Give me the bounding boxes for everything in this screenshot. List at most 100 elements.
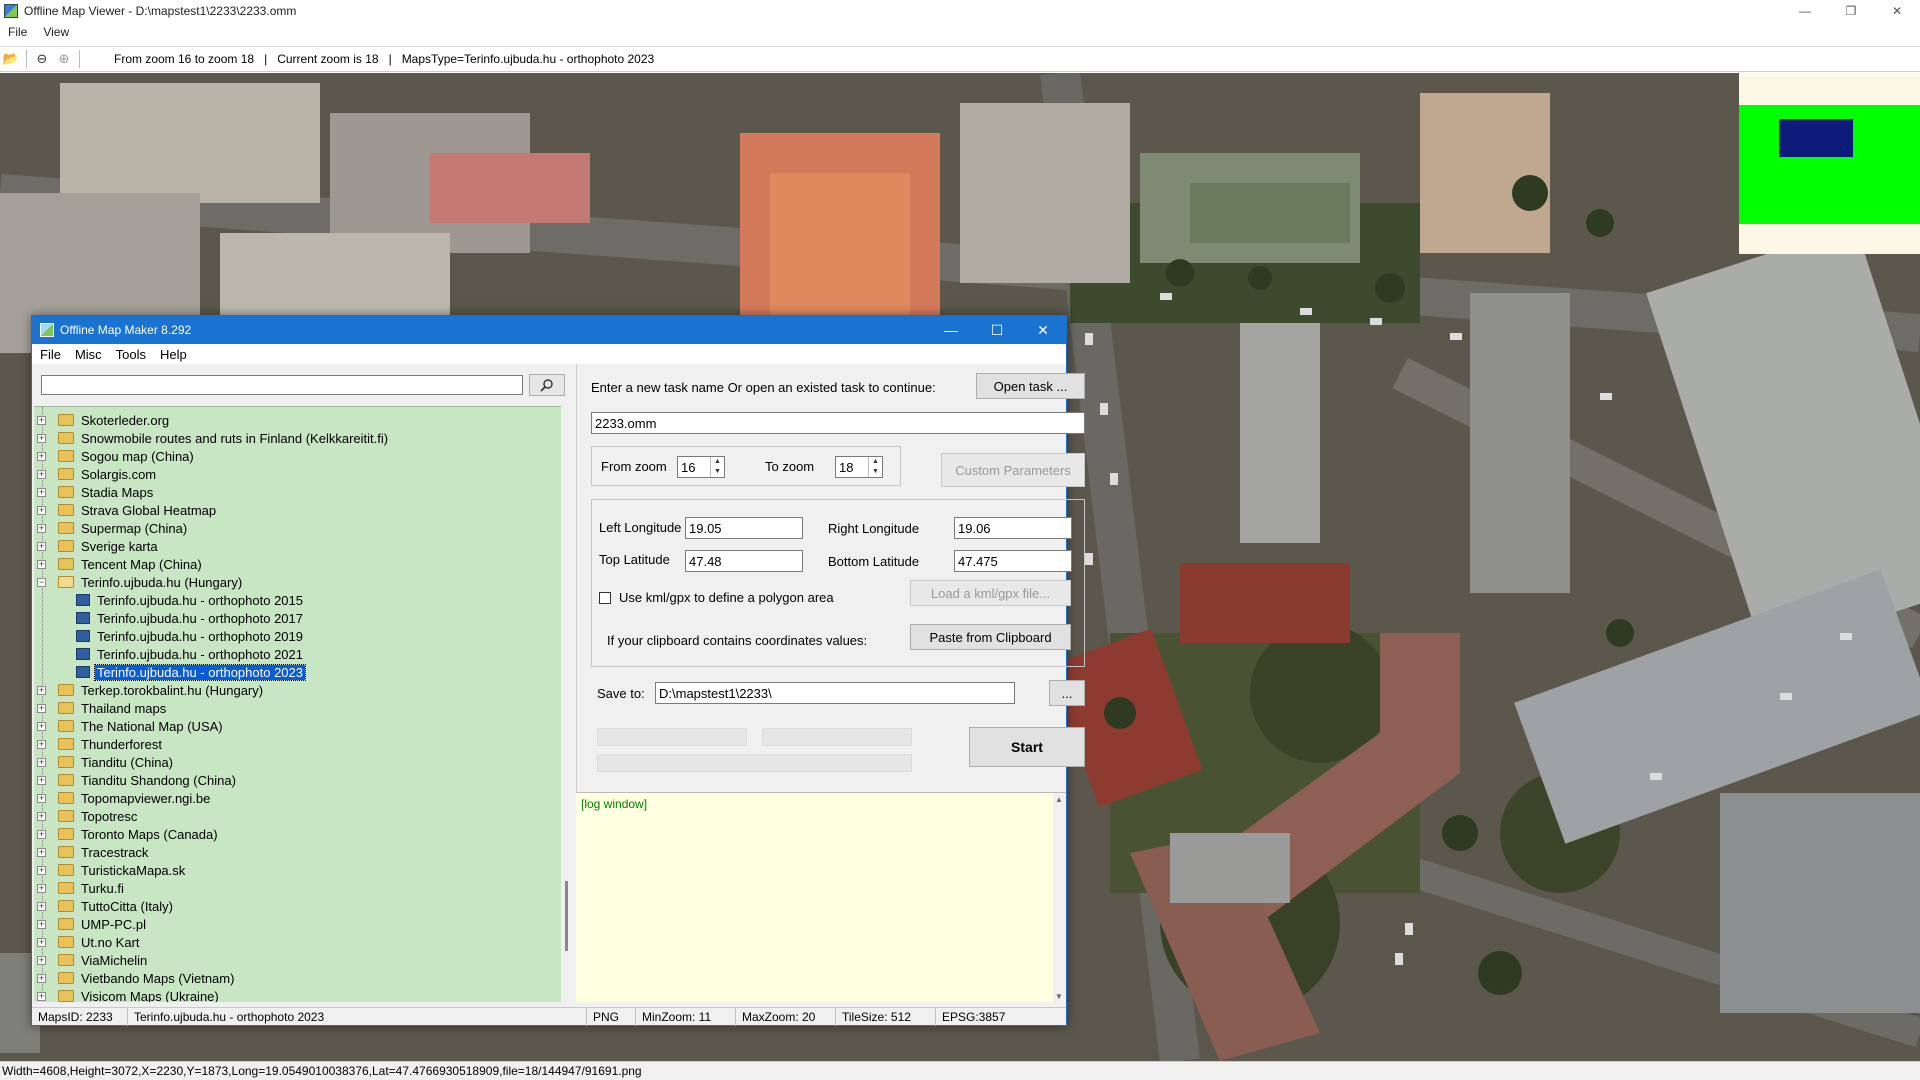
expand-icon[interactable]: + <box>37 901 46 911</box>
minimize-icon[interactable]: — <box>928 316 974 344</box>
minimize-icon[interactable]: — <box>1782 0 1828 22</box>
task-name-field[interactable]: 2233.omm <box>591 412 1085 434</box>
maximize-icon[interactable]: ☐ <box>974 316 1020 344</box>
tree-item[interactable]: Terinfo.ujbuda.hu - orthophoto 2019 <box>34 627 305 645</box>
expand-icon[interactable]: + <box>37 847 46 857</box>
tree-item[interactable]: + Thunderforest <box>34 735 164 753</box>
tree-item[interactable]: + TuristickaMapa.sk <box>34 861 187 879</box>
restore-icon[interactable]: ❐ <box>1828 0 1874 22</box>
custom-parameters-button[interactable]: Custom Parameters <box>941 453 1085 487</box>
browse-folder-button[interactable]: ... <box>1049 680 1085 706</box>
tree-item[interactable]: + Terkep.torokbalint.hu (Hungary) <box>34 681 265 699</box>
tree-item[interactable]: + Ut.no Kart <box>34 933 142 951</box>
tree-item[interactable]: + Tencent Map (China) <box>34 555 204 573</box>
expand-icon[interactable]: + <box>37 829 46 839</box>
expand-icon[interactable]: + <box>37 469 46 479</box>
tree-item[interactable]: Terinfo.ujbuda.hu - orthophoto 2023 <box>34 663 306 681</box>
expand-icon[interactable]: + <box>37 451 46 461</box>
tree-item[interactable]: + Strava Global Heatmap <box>34 501 218 519</box>
bottom-latitude-field[interactable]: 47.475 <box>954 550 1072 572</box>
tree-item[interactable]: + Turku.fi <box>34 879 126 897</box>
tree-item[interactable]: Terinfo.ujbuda.hu - orthophoto 2015 <box>34 591 305 609</box>
tree-item[interactable]: + Tracestrack <box>34 843 150 861</box>
tree-item[interactable]: + Visicom Maps (Ukraine) <box>34 987 221 1002</box>
tree-item[interactable]: + Thailand maps <box>34 699 168 717</box>
map-source-tree[interactable]: + Skoterleder.org + Snowmobile routes and r… <box>34 406 561 1002</box>
tree-item[interactable]: + Sogou map (China) <box>34 447 196 465</box>
tree-item[interactable]: + Topotresc <box>34 807 139 825</box>
expand-icon[interactable]: + <box>37 883 46 893</box>
menu-help[interactable]: Help <box>160 347 187 362</box>
left-longitude-field[interactable]: 19.05 <box>685 517 803 539</box>
expand-icon[interactable]: + <box>37 775 46 785</box>
expand-icon[interactable]: + <box>37 919 46 929</box>
tree-item[interactable]: + Toronto Maps (Canada) <box>34 825 220 843</box>
expand-icon[interactable]: + <box>37 937 46 947</box>
expand-icon[interactable]: + <box>37 433 46 443</box>
menu-misc[interactable]: Misc <box>75 347 102 362</box>
tree-item[interactable]: + Sverige karta <box>34 537 160 555</box>
expand-icon[interactable]: + <box>37 991 46 1001</box>
tree-item[interactable]: + Tianditu Shandong (China) <box>34 771 238 789</box>
tree-item[interactable]: + Supermap (China) <box>34 519 189 537</box>
expand-icon[interactable]: + <box>37 703 46 713</box>
expand-icon[interactable]: + <box>37 559 46 569</box>
map-search-input[interactable] <box>41 375 523 395</box>
tree-item[interactable]: + Snowmobile routes and ruts in Finland (… <box>34 429 390 447</box>
expand-icon[interactable]: + <box>37 739 46 749</box>
scroll-up-icon[interactable]: ▲ <box>1055 795 1063 804</box>
top-latitude-field[interactable]: 47.48 <box>685 550 803 572</box>
tree-item[interactable]: + Stadia Maps <box>34 483 155 501</box>
tree-scrollbar[interactable] <box>561 406 574 1002</box>
expand-icon[interactable]: + <box>37 793 46 803</box>
menu-tools[interactable]: Tools <box>116 347 146 362</box>
close-icon[interactable]: ✕ <box>1874 0 1920 22</box>
close-icon[interactable]: ✕ <box>1020 316 1066 344</box>
tree-item[interactable]: + ViaMichelin <box>34 951 149 969</box>
zoom-in-icon[interactable]: ⊕ <box>53 48 75 70</box>
from-zoom-stepper[interactable]: 16 ▲ ▼ <box>677 456 725 478</box>
expand-icon[interactable]: + <box>37 973 46 983</box>
stepper-arrows-icon[interactable]: ▲ ▼ <box>868 457 882 477</box>
right-longitude-field[interactable]: 19.06 <box>954 517 1072 539</box>
menu-view[interactable]: View <box>43 25 69 39</box>
search-button[interactable] <box>529 374 565 396</box>
tree-item[interactable]: + Vietbando Maps (Vietnam) <box>34 969 236 987</box>
kml-polygon-checkbox[interactable] <box>599 592 611 604</box>
tree-item[interactable]: + Skoterleder.org <box>34 411 171 429</box>
start-button[interactable]: Start <box>969 727 1085 767</box>
expand-icon[interactable]: + <box>37 955 46 965</box>
to-zoom-stepper[interactable]: 18 ▲ ▼ <box>835 456 883 478</box>
minimap-overview[interactable] <box>1739 73 1920 254</box>
tree-item[interactable]: − Terinfo.ujbuda.hu (Hungary) <box>34 573 244 591</box>
tree-item[interactable]: Terinfo.ujbuda.hu - orthophoto 2021 <box>34 645 305 663</box>
expand-icon[interactable]: + <box>37 415 46 425</box>
expand-icon[interactable]: + <box>37 505 46 515</box>
expand-icon[interactable]: + <box>37 811 46 821</box>
expand-icon[interactable]: + <box>37 523 46 533</box>
tree-item[interactable]: + Topomapviewer.ngi.be <box>34 789 212 807</box>
open-folder-icon[interactable]: 📂 <box>0 48 22 70</box>
stepper-arrows-icon[interactable]: ▲ ▼ <box>710 457 724 477</box>
expand-icon[interactable]: + <box>37 721 46 731</box>
zoom-out-icon[interactable]: ⊖ <box>31 48 53 70</box>
log-window[interactable]: [log window] ▲ ▼ <box>576 792 1066 1003</box>
expand-icon[interactable]: + <box>37 757 46 767</box>
paste-from-clipboard-button[interactable]: Paste from Clipboard <box>910 624 1071 650</box>
tree-item[interactable]: + UMP-PC.pl <box>34 915 148 933</box>
expand-icon[interactable]: + <box>37 685 46 695</box>
scroll-down-icon[interactable]: ▼ <box>1055 992 1063 1001</box>
collapse-icon[interactable]: − <box>37 577 46 587</box>
tree-item[interactable]: Terinfo.ujbuda.hu - orthophoto 2017 <box>34 609 305 627</box>
tree-item[interactable]: + Tianditu (China) <box>34 753 175 771</box>
load-kml-button[interactable]: Load a kml/gpx file... <box>910 580 1071 606</box>
tree-item[interactable]: + The National Map (USA) <box>34 717 225 735</box>
menu-file[interactable]: File <box>40 347 61 362</box>
open-task-button[interactable]: Open task ... <box>976 373 1085 399</box>
expand-icon[interactable]: + <box>37 865 46 875</box>
log-scrollbar[interactable]: ▲ ▼ <box>1053 793 1066 1003</box>
menu-file[interactable]: File <box>8 25 27 39</box>
tree-item[interactable]: + Solargis.com <box>34 465 158 483</box>
tree-scrollbar-thumb[interactable] <box>565 881 568 951</box>
expand-icon[interactable]: + <box>37 487 46 497</box>
